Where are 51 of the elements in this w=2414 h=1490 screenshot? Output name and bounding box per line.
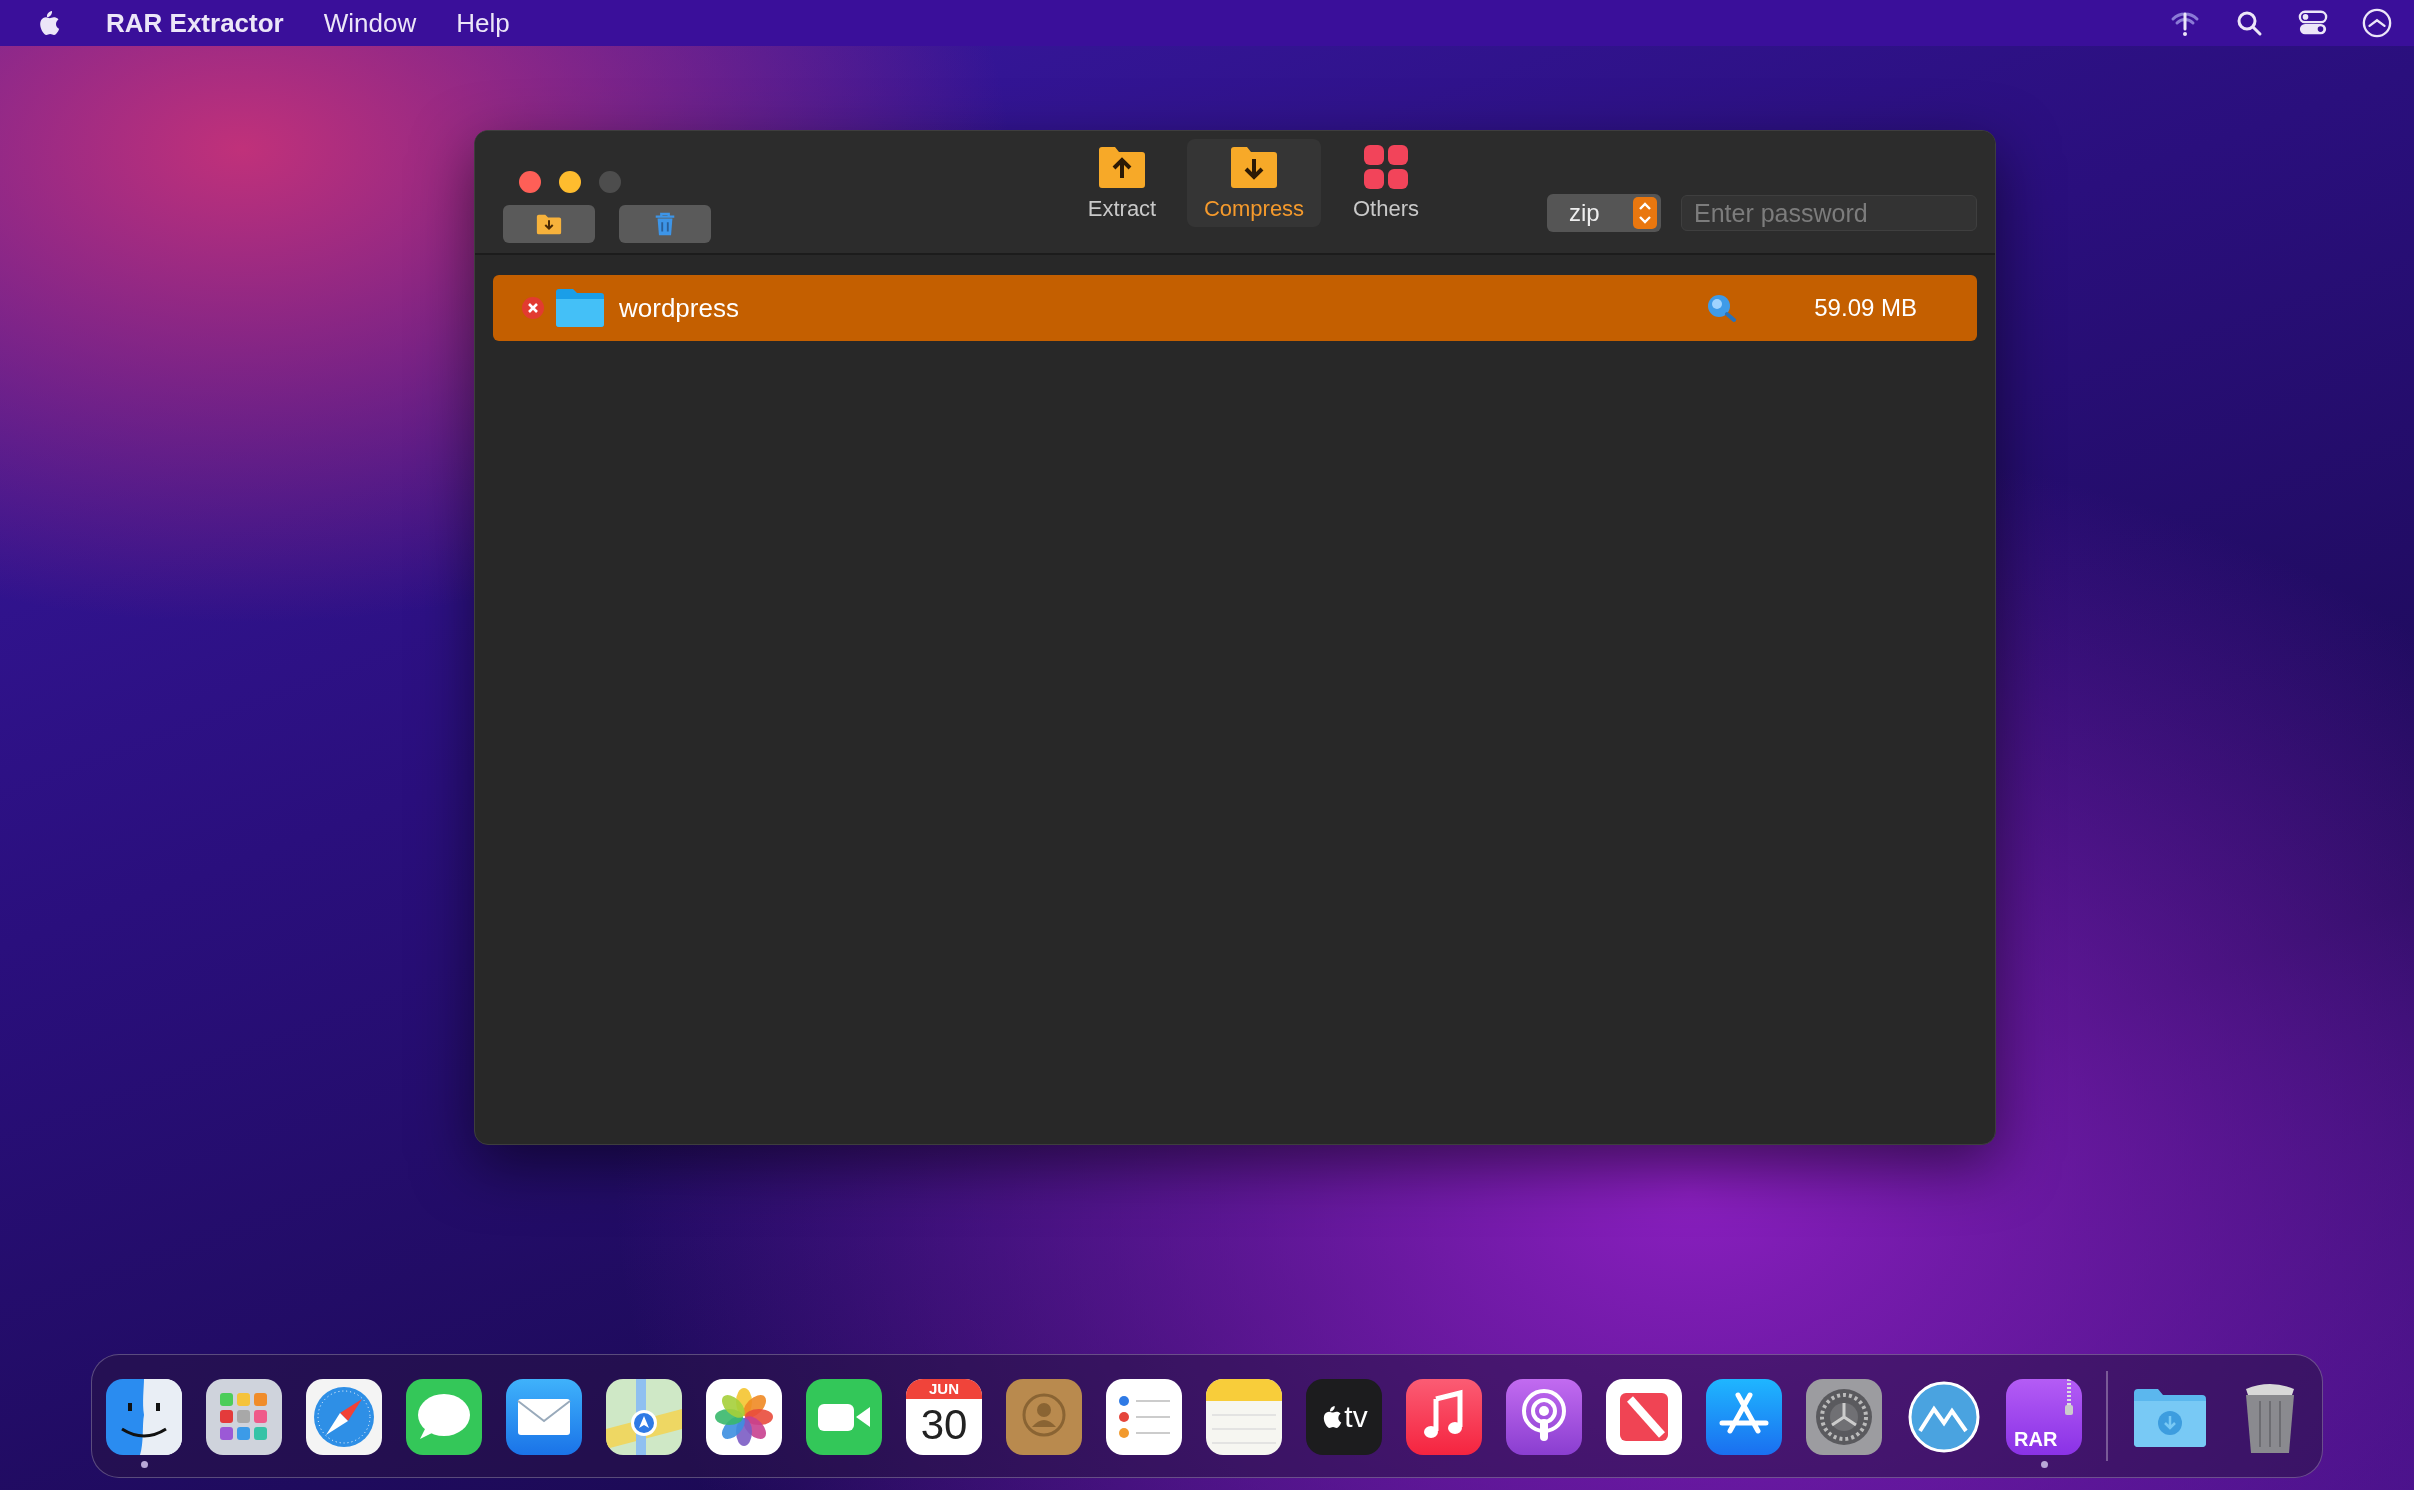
- news-icon[interactable]: [1606, 1378, 1682, 1455]
- password-field[interactable]: Enter password: [1681, 195, 1977, 231]
- gear-icon[interactable]: [1806, 1378, 1882, 1455]
- archive-icon[interactable]: RAR: [2006, 1378, 2082, 1455]
- menu-item[interactable]: Help: [456, 7, 510, 39]
- remove-icon[interactable]: [521, 296, 545, 320]
- address-book-icon[interactable]: [1006, 1378, 1082, 1455]
- toolbar-tab[interactable]: Compress: [1187, 139, 1321, 227]
- dock-item[interactable]: tv: [1306, 1364, 1382, 1468]
- dock-item[interactable]: JUN 30: [906, 1364, 982, 1468]
- calendar-month: JUN: [906, 1378, 982, 1399]
- running-indicator: [2040, 1460, 2048, 1468]
- folder-up-arrow-icon: [1097, 144, 1147, 190]
- tv-label: tv: [1344, 1399, 1368, 1434]
- file-name: wordpress: [619, 292, 739, 324]
- toolbar-tab[interactable]: Others: [1327, 139, 1445, 227]
- menu-item[interactable]: Window: [323, 7, 417, 39]
- tv-icon[interactable]: tv: [1306, 1378, 1382, 1455]
- compass-icon[interactable]: [306, 1378, 382, 1455]
- format-dropdown[interactable]: zip: [1547, 194, 1661, 232]
- user-circle-icon[interactable]: [2362, 8, 2392, 38]
- folder-icon: [555, 288, 605, 328]
- minimize-button[interactable]: [559, 171, 581, 193]
- app-store-icon[interactable]: [1706, 1378, 1782, 1455]
- app-menu[interactable]: RAR Extractor: [106, 7, 284, 39]
- list-icon[interactable]: [1106, 1378, 1182, 1455]
- magnifier-icon[interactable]: [1706, 293, 1737, 323]
- close-button[interactable]: [519, 171, 541, 193]
- folder-down-arrow-icon: [1229, 144, 1279, 190]
- file-size: 59.09 MB: [1814, 294, 1917, 322]
- dock-item[interactable]: RAR: [2006, 1364, 2082, 1468]
- envelope-icon[interactable]: [506, 1378, 582, 1455]
- speech-bubble-icon[interactable]: [406, 1378, 482, 1455]
- toolbar-tab[interactable]: Extract: [1063, 139, 1181, 227]
- rar-label: RAR: [2014, 1427, 2059, 1451]
- stepper-icon: [1633, 197, 1657, 229]
- notepad-icon[interactable]: [1206, 1378, 1282, 1455]
- video-camera-icon[interactable]: [806, 1378, 882, 1455]
- zipper-icon: [2064, 1378, 2074, 1415]
- calendar-day: 30: [920, 1398, 968, 1451]
- calendar-icon[interactable]: JUN 30: [906, 1378, 982, 1455]
- four-squares-icon: [1361, 144, 1411, 190]
- map-icon[interactable]: [606, 1378, 682, 1455]
- flower-icon[interactable]: [706, 1378, 782, 1455]
- file-row[interactable]: wordpress 59.09 MB: [493, 275, 1977, 341]
- running-indicator: [140, 1460, 148, 1468]
- smiling-face-icon[interactable]: [106, 1378, 182, 1455]
- app-grid-icon[interactable]: [206, 1378, 282, 1455]
- podcast-icon[interactable]: [1506, 1378, 1582, 1455]
- music-note-icon[interactable]: [1406, 1378, 1482, 1455]
- add-files-button[interactable]: [503, 205, 595, 243]
